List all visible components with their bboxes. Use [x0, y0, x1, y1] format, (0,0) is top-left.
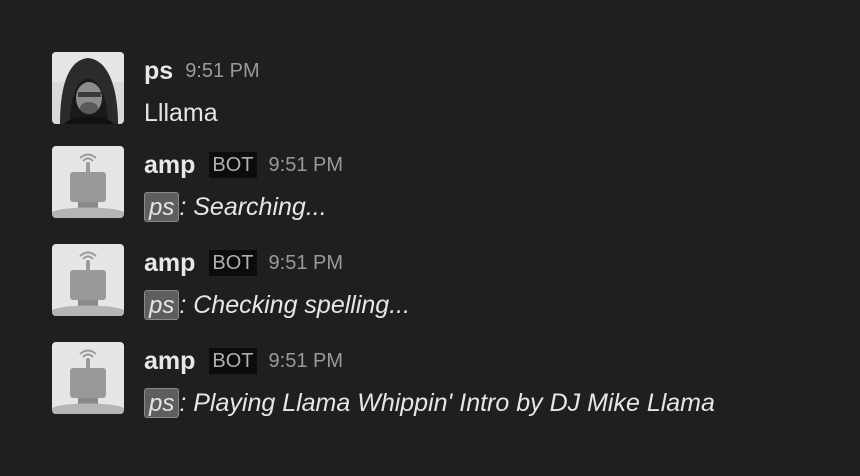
message-header: amp BOT 9:51 PM: [144, 248, 343, 278]
message-header: ps 9:51 PM: [144, 56, 260, 86]
message-body: ps : Playing Llama Whippin' Intro by DJ …: [144, 386, 715, 420]
author-name[interactable]: amp: [144, 347, 195, 376]
timestamp[interactable]: 9:51 PM: [269, 154, 343, 177]
message-item: amp BOT 9:51 PM ps : Checking spelling..…: [52, 244, 832, 320]
message-feed: ps 9:51 PM Lllama amp BOT 9:51 PM ps : S…: [0, 0, 860, 476]
user-mention[interactable]: ps: [144, 192, 180, 222]
message-body: ps : Checking spelling...: [144, 288, 410, 322]
bot-badge: BOT: [209, 250, 257, 276]
message-text: : Playing Llama Whippin' Intro by DJ Mik…: [179, 388, 715, 417]
message-item: amp BOT 9:51 PM ps : Playing Llama Whipp…: [52, 342, 832, 418]
message-text: Lllama: [144, 98, 218, 127]
message-text: : Searching...: [179, 192, 327, 221]
message-text: : Checking spelling...: [179, 290, 411, 319]
message-item: ps 9:51 PM Lllama: [52, 52, 832, 127]
author-name[interactable]: amp: [144, 249, 195, 278]
bot-badge: BOT: [209, 348, 257, 374]
author-name[interactable]: ps: [144, 57, 173, 86]
message-header: amp BOT 9:51 PM: [144, 150, 343, 180]
robot-icon[interactable]: [52, 146, 124, 218]
message-item: amp BOT 9:51 PM ps : Searching...: [52, 146, 832, 222]
timestamp[interactable]: 9:51 PM: [185, 60, 259, 83]
bot-badge: BOT: [209, 152, 257, 178]
robot-icon[interactable]: [52, 244, 124, 316]
user-mention[interactable]: ps: [144, 290, 180, 320]
robot-icon[interactable]: [52, 342, 124, 414]
user-mention[interactable]: ps: [144, 388, 180, 418]
message-header: amp BOT 9:51 PM: [144, 346, 343, 376]
user-avatar[interactable]: [52, 52, 124, 124]
message-body: Lllama: [144, 96, 218, 130]
message-body: ps : Searching...: [144, 190, 327, 224]
author-name[interactable]: amp: [144, 151, 195, 180]
timestamp[interactable]: 9:51 PM: [269, 350, 343, 373]
timestamp[interactable]: 9:51 PM: [269, 252, 343, 275]
